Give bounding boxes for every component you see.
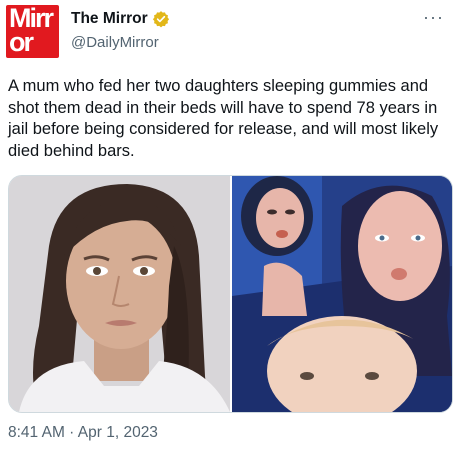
- author-name-row: The Mirror: [71, 8, 170, 30]
- verified-badge-icon: [152, 11, 169, 28]
- mugshot-photo[interactable]: [9, 176, 230, 412]
- avatar[interactable]: Mirr or: [6, 5, 59, 58]
- mugshot-photo-art: [9, 176, 230, 412]
- handle[interactable]: @DailyMirror: [71, 34, 159, 51]
- selfie-photo[interactable]: [232, 176, 452, 412]
- tweet-timestamp[interactable]: 8:41 AM · Apr 1, 2023: [8, 424, 158, 442]
- media-gallery[interactable]: [8, 175, 453, 413]
- selfie-photo-art: [232, 176, 452, 412]
- tweet-text: A mum who fed her two daughters sleeping…: [8, 77, 439, 160]
- more-options-icon[interactable]: ···: [423, 7, 444, 28]
- display-name[interactable]: The Mirror: [71, 10, 148, 28]
- avatar-logo-text-line2: or: [9, 27, 34, 57]
